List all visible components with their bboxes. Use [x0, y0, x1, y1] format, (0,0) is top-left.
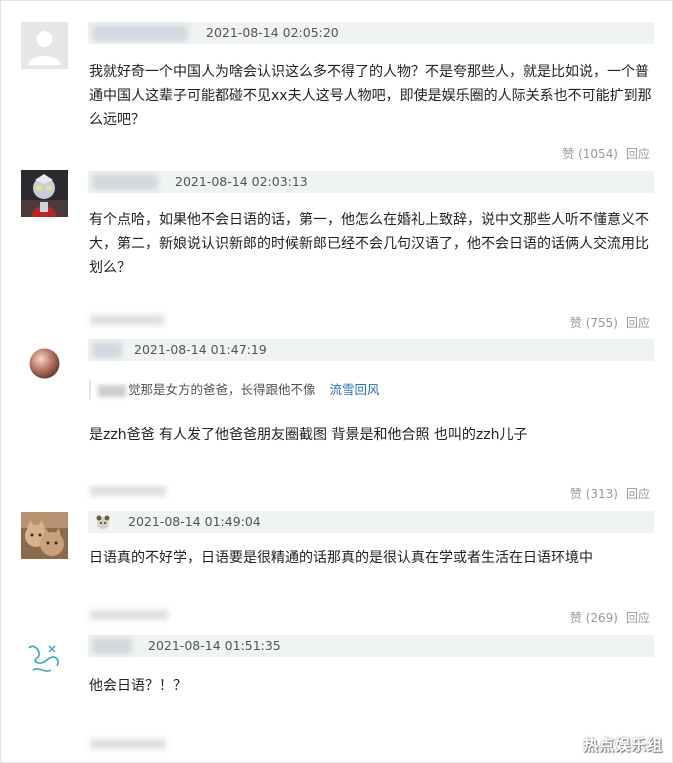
comment-timestamp: 2021-08-14 01:47:19	[134, 342, 267, 357]
like-button[interactable]: 赞 (269)	[570, 611, 618, 625]
avatar[interactable]	[21, 22, 68, 69]
username-blurred[interactable]	[92, 638, 132, 654]
comment-meta-bar: 2021-08-14 01:47:19	[88, 339, 654, 361]
doodle-avatar-icon	[21, 636, 68, 683]
avatar[interactable]	[21, 636, 68, 683]
comment-meta-bar: 2021-08-14 02:05:20	[88, 22, 654, 44]
avatar[interactable]	[21, 170, 68, 217]
comment-meta-bar: 2021-08-14 01:51:35	[88, 635, 654, 657]
avatar[interactable]	[21, 340, 68, 387]
comment-meta-bar: 2021-08-14 01:49:04	[88, 511, 654, 533]
blurred-reply-hint	[90, 486, 166, 496]
blurred-reply-hint	[90, 315, 164, 325]
quote-author-link[interactable]: 流雪回风	[330, 382, 380, 397]
comment-timestamp: 2021-08-14 01:49:04	[128, 514, 261, 529]
avatar[interactable]	[21, 512, 68, 559]
username-blurred[interactable]	[92, 174, 158, 190]
comment-actions: 赞 (1054) 回应	[562, 145, 650, 162]
reply-button[interactable]: 回应	[626, 316, 650, 330]
like-button[interactable]: 赞 (1054)	[562, 147, 618, 161]
comment-text: 日语真的不好学，日语要是很精通的话那真的是很认真在学或者生活在日语环境中	[89, 550, 593, 566]
small-user-icon	[96, 515, 110, 529]
reply-button[interactable]: 回应	[626, 611, 650, 625]
reply-button[interactable]: 回应	[626, 487, 650, 501]
like-button[interactable]: 赞 (313)	[570, 487, 618, 501]
orb-avatar-icon	[21, 340, 68, 387]
comment-text: 是zzh爸爸 有人发了他爸爸朋友圈截图 背景是和他合照 也叫的zzh儿子	[89, 427, 528, 443]
quoted-comment: 觉那是女方的爸爸，长得跟他不像 流雪回风	[89, 380, 380, 400]
comment-text: 我就好奇一个中国人为啥会认识这么多不得了的人物？不是夸那些人，就是比如说，一个普…	[89, 64, 652, 128]
comment-timestamp: 2021-08-14 02:05:20	[206, 25, 339, 40]
comment-timestamp: 2021-08-14 01:51:35	[148, 638, 281, 653]
ultraman-avatar-icon	[21, 170, 68, 217]
username-blurred[interactable]	[92, 25, 188, 41]
comment-timestamp: 2021-08-14 02:03:13	[175, 174, 308, 189]
quote-text: 觉那是女方的爸爸，长得跟他不像	[128, 382, 316, 397]
cat-photo-avatar-icon	[21, 512, 68, 559]
like-button[interactable]: 赞 (755)	[570, 316, 618, 330]
comment-actions: 赞 (269) 回应	[570, 609, 650, 626]
comment-actions: 赞 (313) 回应	[570, 485, 650, 502]
watermark: 热点娱乐组	[582, 736, 663, 754]
comment-text: 有个点哈，如果他不会日语的话，第一，他怎么在婚礼上致辞，说中文那些人听不懂意义不…	[89, 212, 649, 276]
reply-button[interactable]: 回应	[626, 147, 650, 161]
comment-meta-bar: 2021-08-14 02:03:13	[88, 171, 654, 193]
username-blurred[interactable]	[92, 342, 122, 358]
blurred-reply-hint	[90, 739, 166, 749]
blurred-reply-hint	[90, 610, 168, 620]
comment-actions: 赞 (755) 回应	[570, 314, 650, 331]
quote-prefix-blurred	[98, 384, 126, 397]
default-avatar-icon	[21, 22, 68, 69]
comment-text: 他会日语？！？	[89, 678, 187, 694]
